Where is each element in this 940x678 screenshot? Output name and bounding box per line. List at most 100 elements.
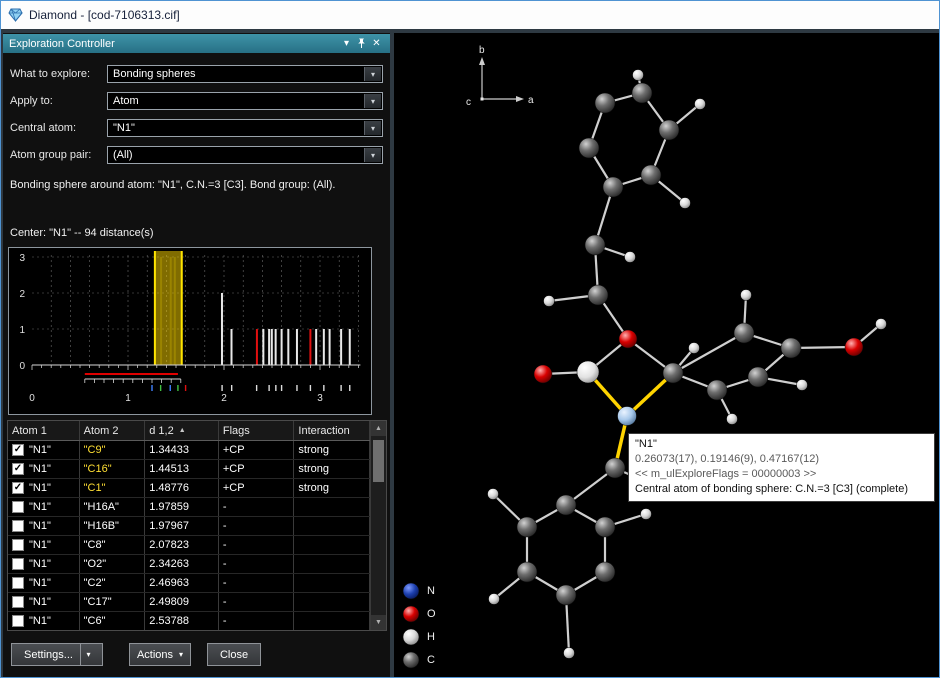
checkbox-unchecked[interactable]: [12, 520, 24, 532]
actions-dropdown-arrow-icon: ▾: [179, 650, 183, 659]
bond[interactable]: [673, 333, 744, 373]
control-dropdown[interactable]: (All)▾: [107, 146, 383, 164]
table-row[interactable]: "N1""O2"2.34263-: [8, 555, 370, 574]
close-icon[interactable]: ✕: [369, 36, 384, 51]
column-header[interactable]: Flags: [219, 421, 295, 440]
atom-c[interactable]: [734, 323, 754, 343]
column-header[interactable]: Atom 1: [8, 421, 80, 440]
svg-text:3: 3: [317, 393, 323, 404]
table-row[interactable]: "N1""H16A"1.97859-: [8, 498, 370, 517]
atom1-cell: ✓"N1": [8, 479, 80, 497]
atom-h[interactable]: [544, 296, 555, 307]
checkbox-checked[interactable]: ✓: [12, 482, 24, 494]
table-row[interactable]: ✓"N1""C1"1.48776+CPstrong: [8, 479, 370, 498]
atom-h[interactable]: [741, 290, 752, 301]
chevron-down-icon[interactable]: ▾: [364, 148, 381, 162]
atom-c[interactable]: [585, 235, 605, 255]
atom-h[interactable]: [680, 198, 691, 209]
atom-c[interactable]: [595, 93, 615, 113]
table-row[interactable]: "N1""C8"2.07823-: [8, 536, 370, 555]
atom-c[interactable]: [579, 138, 599, 158]
scrollbar-thumb[interactable]: [373, 440, 384, 482]
atom-h[interactable]: [689, 343, 700, 354]
atom-c[interactable]: [632, 83, 652, 103]
table-row[interactable]: "N1""C2"2.46963-: [8, 574, 370, 593]
close-button[interactable]: Close: [207, 643, 261, 666]
atom-c[interactable]: [781, 338, 801, 358]
atom-o[interactable]: [534, 365, 552, 383]
atom-c[interactable]: [556, 585, 576, 605]
atom-h[interactable]: [489, 594, 500, 605]
atom-h[interactable]: [876, 319, 887, 330]
atom-h[interactable]: [488, 489, 499, 500]
atom-c[interactable]: [641, 165, 661, 185]
checkbox-unchecked[interactable]: [12, 596, 24, 608]
scroll-up-icon[interactable]: ▲: [371, 421, 386, 436]
legend-sphere-o: [402, 605, 420, 623]
interaction-cell: [294, 612, 370, 630]
control-dropdown[interactable]: Atom ▾: [107, 92, 383, 110]
atom-h[interactable]: [727, 414, 738, 425]
molecule-bonds[interactable]: [493, 75, 881, 653]
dropdown-value: Atom: [113, 95, 139, 107]
svg-text:c: c: [466, 97, 471, 108]
atom-c[interactable]: [663, 363, 683, 383]
table-row[interactable]: "N1""C17"2.49809-: [8, 593, 370, 612]
checkbox-unchecked[interactable]: [12, 558, 24, 570]
atom-c[interactable]: [556, 495, 576, 515]
molecule-drawing[interactable]: [394, 33, 939, 677]
atom-c[interactable]: [595, 562, 615, 582]
legend-item: H: [402, 625, 436, 648]
atom-h[interactable]: [641, 509, 652, 520]
column-header[interactable]: d 1,2▲: [145, 421, 219, 440]
actions-button[interactable]: Actions ▾: [129, 643, 191, 666]
atom-c[interactable]: [517, 517, 537, 537]
atom2-cell: "C17": [80, 593, 146, 611]
atom-h[interactable]: [695, 99, 706, 110]
atom-n[interactable]: [618, 407, 637, 426]
table-row[interactable]: "N1""H16B"1.97967-: [8, 517, 370, 536]
checkbox-checked[interactable]: ✓: [12, 444, 24, 456]
table-row[interactable]: ✓"N1""C16"1.44513+CPstrong: [8, 460, 370, 479]
structure-viewport[interactable]: bac "N1" 0.26073(17), 0.19146(9), 0.4716…: [394, 33, 939, 677]
chevron-down-icon[interactable]: ▾: [364, 121, 381, 135]
atom-c[interactable]: [588, 285, 608, 305]
chevron-down-icon[interactable]: ▾: [364, 67, 381, 81]
distance-histogram-chart[interactable]: 01230123: [8, 247, 372, 415]
scroll-down-icon[interactable]: ▼: [371, 615, 386, 630]
atom-c[interactable]: [659, 120, 679, 140]
atom-c[interactable]: [605, 458, 625, 478]
atom-c[interactable]: [595, 517, 615, 537]
atom-c[interactable]: [707, 380, 727, 400]
distance-cell: 2.53788: [145, 612, 219, 630]
column-header[interactable]: Atom 2: [80, 421, 146, 440]
atom-x[interactable]: [577, 361, 599, 383]
table-row[interactable]: "N1""C6"2.53788-: [8, 612, 370, 630]
settings-button[interactable]: Settings... ▾: [11, 643, 103, 666]
control-dropdown[interactable]: Bonding spheres▾: [107, 65, 383, 83]
checkbox-unchecked[interactable]: [12, 615, 24, 627]
checkbox-unchecked[interactable]: [12, 539, 24, 551]
atom-h[interactable]: [797, 380, 808, 391]
atom-o[interactable]: [619, 330, 637, 348]
checkbox-unchecked[interactable]: [12, 501, 24, 513]
panel-header[interactable]: Exploration Controller ▾ ✕: [3, 34, 390, 53]
pin-icon[interactable]: [354, 36, 369, 51]
panel-menu-icon[interactable]: ▾: [339, 36, 354, 51]
atom-c[interactable]: [748, 367, 768, 387]
settings-dropdown-arrow-icon[interactable]: ▾: [80, 644, 96, 665]
table-row[interactable]: ✓"N1""C9"1.34433+CPstrong: [8, 441, 370, 460]
checkbox-checked[interactable]: ✓: [12, 463, 24, 475]
distance-cell: 1.34433: [145, 441, 219, 459]
table-scrollbar[interactable]: ▲ ▼: [370, 421, 386, 630]
atom-h[interactable]: [633, 70, 644, 81]
control-dropdown[interactable]: "N1"▾: [107, 119, 383, 137]
atom-h[interactable]: [625, 252, 636, 263]
atom-o[interactable]: [845, 338, 863, 356]
checkbox-unchecked[interactable]: [12, 577, 24, 589]
atom-c[interactable]: [517, 562, 537, 582]
atom-c[interactable]: [603, 177, 623, 197]
atom-h[interactable]: [564, 648, 575, 659]
column-header[interactable]: Interaction: [294, 421, 370, 440]
chevron-down-icon[interactable]: ▾: [364, 94, 381, 108]
